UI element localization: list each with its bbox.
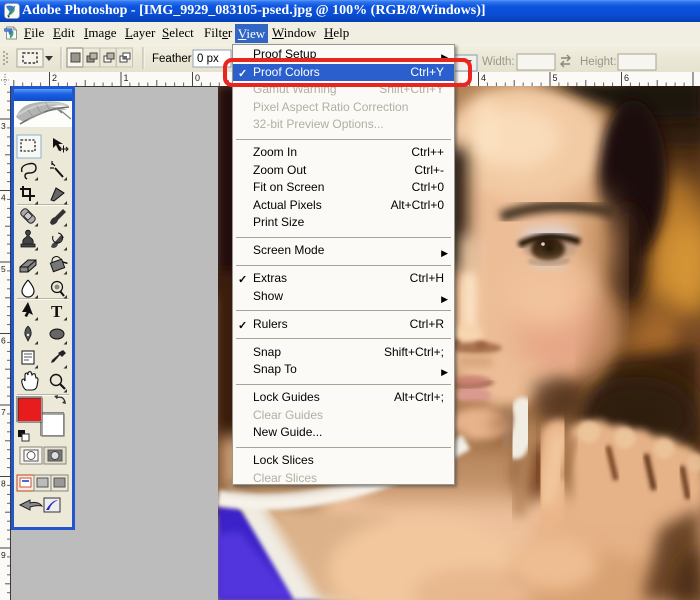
svg-text:9: 9: [1, 550, 6, 560]
svg-text:5: 5: [553, 73, 558, 83]
svg-text:4: 4: [481, 73, 486, 83]
svg-text:6: 6: [1, 336, 6, 346]
svg-text:T: T: [51, 302, 63, 321]
svg-text:Height:: Height:: [580, 56, 616, 68]
svg-text:0: 0: [195, 73, 200, 83]
svg-text:6: 6: [624, 73, 629, 83]
svg-text:2: 2: [52, 73, 57, 83]
svg-text:Width:: Width:: [482, 56, 515, 68]
svg-text:Feather:: Feather:: [152, 53, 195, 65]
svg-text:5: 5: [1, 264, 6, 274]
svg-text:8: 8: [1, 479, 6, 489]
svg-text:7: 7: [1, 407, 6, 417]
svg-text:4: 4: [1, 193, 6, 203]
svg-text:3: 3: [1, 121, 6, 131]
svg-text:1: 1: [124, 73, 129, 83]
svg-text:0 px: 0 px: [197, 53, 219, 65]
